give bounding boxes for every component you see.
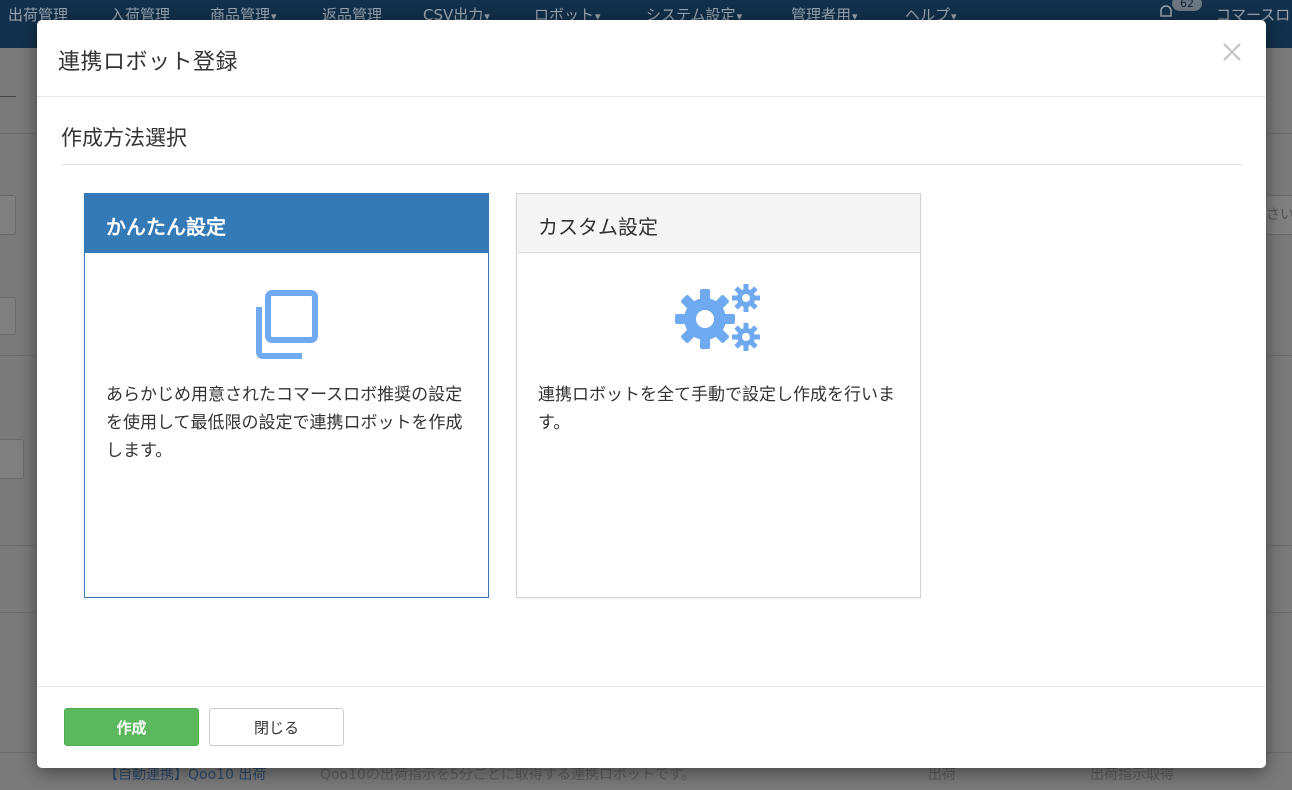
close-icon[interactable] — [1220, 40, 1244, 64]
bg-input-text: さい — [1266, 207, 1292, 223]
option-card-custom-setup[interactable]: カスタム設定 連携ロボットを全て手動で設定し作成を行います。 — [516, 193, 921, 598]
bg-select — [0, 297, 16, 335]
close-button[interactable]: 閉じる — [209, 708, 344, 746]
bg-dash — [0, 96, 16, 97]
create-button[interactable]: 作成 — [64, 708, 199, 746]
card-header: かんたん設定 — [85, 194, 488, 253]
card-header: カスタム設定 — [517, 194, 920, 253]
card-description: あらかじめ用意されたコマースロボ推奨の設定を使用して最低限の設定で連携ロボットを… — [106, 385, 463, 461]
bg-input-right: さい — [1262, 195, 1292, 235]
section-divider — [61, 164, 1243, 165]
bg-input — [0, 195, 16, 235]
card-title: カスタム設定 — [538, 215, 658, 239]
modal-footer: 作成 閉じる — [37, 686, 1266, 768]
card-description: 連携ロボットを全て手動で設定し作成を行います。 — [538, 385, 895, 433]
option-card-easy-setup[interactable]: かんたん設定 あらかじめ用意されたコマースロボ推奨の設定を使用して最低限の設定で… — [84, 193, 489, 598]
bg-select — [0, 439, 24, 479]
copy-icon — [256, 290, 318, 359]
gears-icon — [675, 284, 760, 351]
modal-header: 連携ロボット登録 — [37, 20, 1266, 97]
notification-count-badge: 62 — [1172, 0, 1202, 11]
modal-title: 連携ロボット登録 — [58, 50, 239, 75]
card-title: かんたん設定 — [106, 215, 226, 239]
robot-register-modal: 連携ロボット登録 作成方法選択 かんたん設定 あらかじめ用意されたコマースロボ推… — [37, 20, 1266, 768]
section-title: 作成方法選択 — [61, 126, 187, 150]
